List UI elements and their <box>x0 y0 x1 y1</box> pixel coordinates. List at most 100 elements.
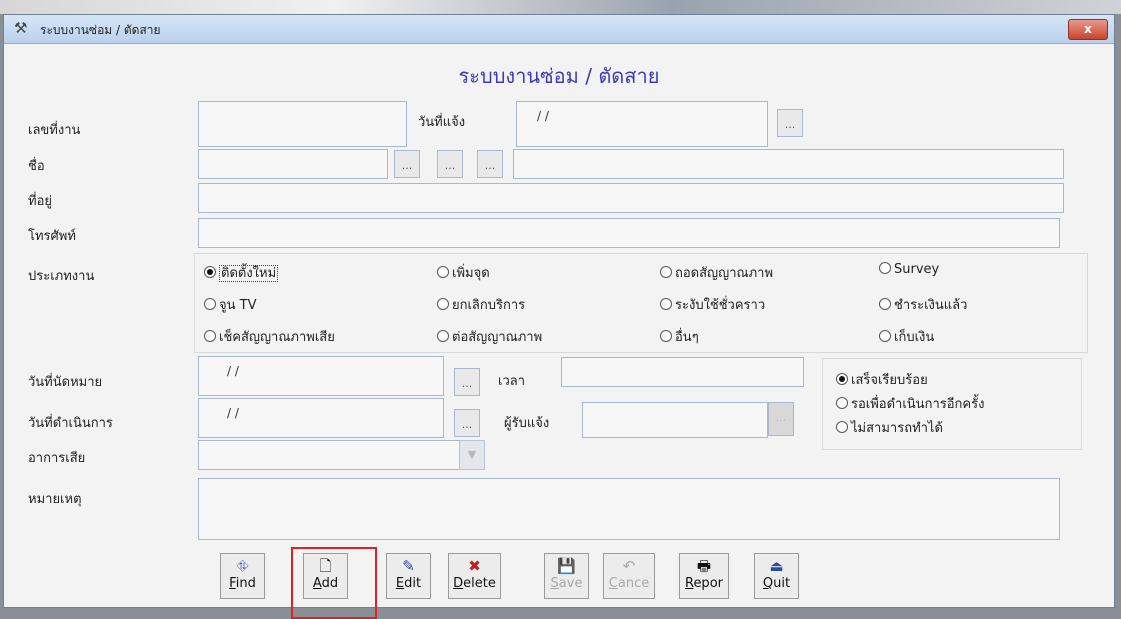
delete-button[interactable]: ✖ Delete <box>448 553 501 599</box>
status-radio-done[interactable]: เสร็จเรียบร้อย <box>836 369 928 390</box>
radio-dot <box>437 330 449 342</box>
close-button[interactable]: x <box>1068 19 1108 40</box>
name-input[interactable] <box>513 149 1064 179</box>
notify-date-label: วันที่แจ้ง <box>418 115 466 130</box>
address-label: ที่อยู่ <box>28 194 52 209</box>
note-input[interactable] <box>198 478 1060 540</box>
job-type-radio-12[interactable]: เก็บเงิน <box>879 326 934 347</box>
radio-label: ชำระเงินแล้ว <box>894 298 968 313</box>
phone-input[interactable] <box>198 218 1060 248</box>
add-button-highlight <box>291 547 377 619</box>
radio-label: ระงับใช้ชั่วคราว <box>675 298 766 313</box>
radio-dot <box>660 298 672 310</box>
name-lookup-button-3[interactable]: ... <box>477 150 503 178</box>
radio-label: ต่อสัญญาณภาพ <box>452 330 543 345</box>
name-lookup-button-1[interactable]: ... <box>394 150 420 178</box>
delete-label: Delete <box>453 576 496 591</box>
radio-label: Survey <box>894 262 940 277</box>
radio-label: รอเพื่อดำเนินการอีกครั้ง <box>851 397 985 412</box>
save-button[interactable]: 💾 Save <box>544 553 589 599</box>
appointment-date-picker-button[interactable]: ... <box>454 368 480 396</box>
status-radio-pending[interactable]: รอเพื่อดำเนินการอีกครั้ง <box>836 393 984 414</box>
job-type-radio-7[interactable]: ระงับใช้ชั่วคราว <box>660 294 765 315</box>
operation-date-label: วันที่ดำเนินการ <box>28 416 113 431</box>
find-label: Find <box>229 576 256 591</box>
radio-label: เสร็จเรียบร้อย <box>851 373 928 388</box>
name-label: ชื่อ <box>28 159 45 174</box>
receiver-input[interactable] <box>582 402 768 438</box>
time-label: เวลา <box>498 374 526 389</box>
appointment-date-input[interactable]: / / <box>198 356 444 396</box>
page-title: ระบบงานซ่อม / ตัดสาย <box>458 64 660 88</box>
radio-label: ยกเลิกบริการ <box>452 298 526 313</box>
receiver-label: ผู้รับแจ้ง <box>504 416 550 431</box>
appointment-date-label: วันที่นัดหมาย <box>28 375 103 390</box>
radio-label: จูน TV <box>219 298 257 313</box>
radio-dot <box>437 298 449 310</box>
radio-dot <box>879 330 891 342</box>
job-type-radio-2[interactable]: เพิ่มจุด <box>437 262 490 283</box>
title-bar[interactable]: ⚒ ระบบงานซ่อม / ตัดสาย x <box>4 15 1114 44</box>
time-input[interactable] <box>561 357 804 387</box>
name-lookup-button-2[interactable]: ... <box>437 150 463 178</box>
printer-icon: 🖶 <box>696 557 712 575</box>
exit-icon: ⏏ <box>769 557 784 575</box>
window-title: ระบบงานซ่อม / ตัดสาย <box>40 23 161 37</box>
quit-button[interactable]: ⏏ Quit <box>754 553 799 599</box>
job-no-label: เลขที่งาน <box>28 123 81 138</box>
notify-date-input[interactable]: / / <box>516 101 768 147</box>
chevron-down-icon[interactable]: ▼ <box>459 440 485 470</box>
radio-dot <box>437 266 449 278</box>
cancel-label: Cance <box>608 576 650 591</box>
radio-dot <box>660 266 672 278</box>
report-button[interactable]: 🖶 Repor <box>679 553 729 599</box>
quit-label: Quit <box>762 576 791 591</box>
job-type-label: ประเภทงาน <box>28 269 95 284</box>
radio-label: เช็คสัญญาณภาพเสีย <box>219 330 335 345</box>
binoculars-icon: ⛗ <box>236 557 249 575</box>
radio-label: เก็บเงิน <box>894 330 935 345</box>
undo-icon: ↶ <box>622 557 636 575</box>
job-type-radio-1[interactable]: ติดตั้งใหม่ <box>204 262 279 283</box>
job-type-radio-5[interactable]: จูน TV <box>204 294 256 315</box>
report-label: Repor <box>684 576 723 591</box>
desktop-background <box>0 0 1121 14</box>
floppy-icon: 💾 <box>557 557 576 575</box>
name-code-input[interactable] <box>198 149 388 179</box>
job-type-radio-8[interactable]: ชำระเงินแล้ว <box>879 294 967 315</box>
operation-date-input[interactable]: / / <box>198 398 444 438</box>
phone-label: โทรศัพท์ <box>28 229 76 244</box>
radio-dot <box>660 330 672 342</box>
job-no-input[interactable] <box>198 101 407 147</box>
edit-label: Edit <box>395 576 422 591</box>
cancel-button[interactable]: ↶ Cance <box>603 553 655 599</box>
edit-icon: ✎ <box>402 557 415 575</box>
receiver-lookup-button[interactable]: ... <box>768 402 794 436</box>
edit-button[interactable]: ✎ Edit <box>386 553 431 599</box>
status-radio-unable[interactable]: ไม่สามารถทำได้ <box>836 417 943 438</box>
radio-dot <box>879 262 891 274</box>
radio-dot <box>204 330 216 342</box>
radio-label: อื่นๆ <box>675 330 699 345</box>
find-button[interactable]: ⛗ Find <box>220 553 265 599</box>
radio-label: เพิ่มจุด <box>452 266 490 281</box>
radio-label: ถอดสัญญาณภาพ <box>675 266 774 281</box>
job-type-radio-3[interactable]: ถอดสัญญาณภาพ <box>660 262 773 283</box>
radio-label: ติดตั้งใหม่ <box>219 265 279 282</box>
radio-dot <box>836 397 848 409</box>
radio-dot <box>836 421 848 433</box>
radio-dot <box>204 298 216 310</box>
symptom-label: อาการเสีย <box>28 451 86 466</box>
note-label: หมายเหตุ <box>28 492 82 507</box>
radio-dot <box>204 266 216 278</box>
job-type-radio-4[interactable]: Survey <box>879 262 939 277</box>
repair-window: ⚒ ระบบงานซ่อม / ตัดสาย x ระบบงานซ่อม / ต… <box>3 14 1115 619</box>
job-type-radio-6[interactable]: ยกเลิกบริการ <box>437 294 525 315</box>
job-type-radio-10[interactable]: ต่อสัญญาณภาพ <box>437 326 542 347</box>
operation-date-picker-button[interactable]: ... <box>454 409 480 437</box>
notify-date-picker-button[interactable]: ... <box>777 109 803 137</box>
symptom-select[interactable] <box>198 440 460 470</box>
address-input[interactable] <box>198 183 1064 213</box>
job-type-radio-11[interactable]: อื่นๆ <box>660 326 699 347</box>
job-type-radio-9[interactable]: เช็คสัญญาณภาพเสีย <box>204 326 335 347</box>
